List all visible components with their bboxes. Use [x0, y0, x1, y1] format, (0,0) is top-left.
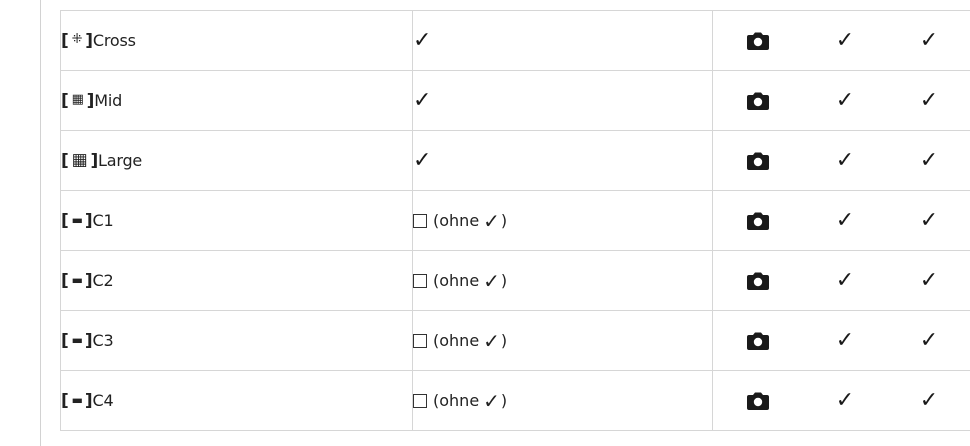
target-label: [ ▬ ] C3 [61, 330, 114, 351]
check-icon: ✓ [835, 207, 855, 233]
cross-target-icon: ⁜ [71, 32, 83, 47]
mid-grid-icon: ▦ [71, 92, 84, 107]
target-label: [ ▦ ] Large [61, 149, 143, 171]
setting-unchecked: (ohne ✓ ) [413, 269, 507, 293]
custom-target-icon: ▬ [71, 332, 83, 347]
target-name: C1 [92, 211, 114, 230]
check-icon: ✓ [483, 268, 500, 293]
check-icon: ✓ [483, 388, 500, 413]
check-icon: ✓ [919, 147, 939, 173]
camera-icon [746, 32, 769, 51]
check-icon: ✓ [413, 87, 432, 113]
check-icon: ✓ [919, 267, 939, 293]
checkbox-icon [413, 333, 427, 348]
large-grid-icon: ▦ [71, 149, 88, 170]
check-icon: ✓ [835, 147, 855, 173]
check-icon: ✓ [835, 87, 855, 113]
setting-unchecked: (ohne ✓ ) [413, 389, 507, 413]
camera-icon [746, 332, 769, 351]
target-name: C4 [92, 391, 114, 410]
camera-icon [746, 392, 769, 411]
check-icon: ✓ [835, 27, 855, 53]
setting-unchecked: (ohne ✓ ) [413, 329, 507, 353]
check-icon: ✓ [919, 87, 939, 113]
target-label: [ ▬ ] C2 [61, 270, 114, 291]
table-row: [ ▬ ] C1 (ohne ✓ ) ✓ ✓ [60, 190, 970, 251]
target-name: Large [98, 151, 143, 170]
check-icon: ✓ [835, 327, 855, 353]
target-name: Mid [94, 91, 123, 110]
indent-rule [40, 0, 41, 446]
camera-icon [746, 272, 769, 291]
af-target-table-page: [ ⁜ ] Cross ✓ ✓ ✓ [ ▦] Mid ✓ ✓ ✓ [▦] … [0, 0, 970, 446]
table-row: [ ▬ ] C4 (ohne ✓ ) ✓ ✓ [60, 370, 970, 431]
custom-target-icon: ▬ [71, 272, 83, 287]
table-row: [ ▬ ] C3 (ohne ✓ ) ✓ ✓ [60, 310, 970, 371]
checkbox-icon [413, 393, 427, 408]
target-label: [ ▬ ] C1 [61, 210, 114, 231]
table-row: [ ⁜ ] Cross ✓ ✓ ✓ [60, 10, 970, 71]
table-row: [ ▬ ] C2 (ohne ✓ ) ✓ ✓ [60, 250, 970, 311]
check-icon: ✓ [835, 267, 855, 293]
checkbox-icon [413, 273, 427, 288]
target-name: C2 [92, 271, 114, 290]
target-name: C3 [92, 331, 114, 350]
target-label: [ ▬ ] C4 [61, 390, 114, 411]
check-icon: ✓ [919, 27, 939, 53]
check-icon: ✓ [835, 387, 855, 413]
check-icon: ✓ [413, 147, 432, 173]
target-label: [ ▦ ] Mid [61, 90, 123, 111]
target-name: Cross [92, 31, 136, 50]
table-row: [ ▦ ] Mid ✓ ✓ ✓ [60, 70, 970, 131]
target-label: [ ⁜ ] Cross [61, 30, 136, 51]
check-icon: ✓ [919, 207, 939, 233]
check-icon: ✓ [413, 27, 432, 53]
camera-icon [746, 152, 769, 171]
setting-unchecked: (ohne ✓ ) [413, 209, 507, 233]
checkbox-icon [413, 213, 427, 228]
check-icon: ✓ [919, 327, 939, 353]
custom-target-icon: ▬ [71, 212, 83, 227]
check-icon: ✓ [483, 208, 500, 233]
table-row: [ ▦ ] Large ✓ ✓ ✓ [60, 130, 970, 191]
custom-target-icon: ▬ [71, 392, 83, 407]
check-icon: ✓ [483, 328, 500, 353]
check-icon: ✓ [919, 387, 939, 413]
camera-icon [746, 92, 769, 111]
camera-icon [746, 212, 769, 231]
af-target-table: [ ⁜ ] Cross ✓ ✓ ✓ [ ▦] Mid ✓ ✓ ✓ [▦] … [60, 10, 970, 431]
